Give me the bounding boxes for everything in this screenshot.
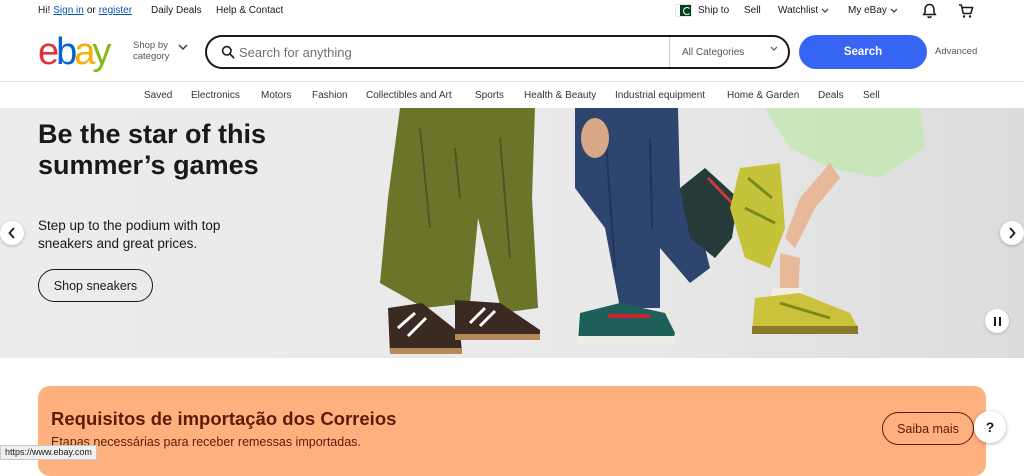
search-input[interactable] bbox=[239, 42, 659, 62]
saiba-mais-button[interactable]: Saiba mais bbox=[882, 412, 974, 445]
shop-by-label: Shop by bbox=[133, 40, 168, 51]
or-text: or bbox=[86, 5, 96, 16]
sell-link[interactable]: Sell bbox=[744, 5, 761, 16]
help-button[interactable]: ? bbox=[974, 411, 1006, 443]
register-link[interactable]: register bbox=[99, 5, 132, 16]
nav-item-industrial-equipment[interactable]: Industrial equipment bbox=[615, 90, 705, 101]
help-contact-link[interactable]: Help & Contact bbox=[216, 5, 283, 16]
daily-deals-link[interactable]: Daily Deals bbox=[151, 5, 202, 16]
my-ebay-label: My eBay bbox=[848, 5, 887, 16]
chevron-down-icon[interactable] bbox=[178, 44, 188, 51]
nav-item-motors[interactable]: Motors bbox=[261, 90, 292, 101]
nav-item-health-beauty[interactable]: Health & Beauty bbox=[524, 90, 596, 101]
shop-by-category-button[interactable]: Shop by category bbox=[133, 40, 169, 62]
banner-subtitle: Etapas necessárias para receber remessas… bbox=[51, 435, 361, 449]
cart-icon[interactable] bbox=[958, 3, 974, 19]
search-button[interactable]: Search bbox=[799, 35, 927, 69]
nav-item-sports[interactable]: Sports bbox=[475, 90, 504, 101]
logo-letter-y: y bbox=[92, 31, 111, 73]
category-selected-value: All Categories bbox=[682, 46, 745, 58]
hero-carousel: Be the star of this summer’s games Step … bbox=[0, 108, 1024, 358]
category-label: category bbox=[133, 51, 170, 62]
banner-title: Requisitos de importação dos Correios bbox=[51, 408, 397, 429]
chevron-down-icon bbox=[821, 8, 829, 13]
chevron-down-icon bbox=[890, 8, 898, 13]
category-nav: Saved Electronics Motors Fashion Collect… bbox=[0, 83, 1024, 108]
greeting-text: Hi! bbox=[38, 5, 51, 16]
header: ebay Shop by category All Categories Sea… bbox=[0, 22, 1024, 82]
import-requirements-banner: Requisitos de importação dos Correios Et… bbox=[38, 386, 986, 476]
shop-sneakers-button[interactable]: Shop sneakers bbox=[38, 269, 153, 302]
greeting-area: Hi! Sign in or register bbox=[38, 5, 135, 16]
category-select[interactable]: All Categories bbox=[669, 37, 788, 67]
pause-icon bbox=[993, 316, 996, 326]
search-icon bbox=[221, 45, 235, 59]
chevron-left-icon bbox=[8, 227, 15, 239]
hero-subtitle: Step up to the podium with top sneakers … bbox=[38, 218, 221, 251]
carousel-prev-button[interactable] bbox=[0, 221, 24, 245]
nav-item-sell[interactable]: Sell bbox=[863, 90, 880, 101]
nav-item-fashion[interactable]: Fashion bbox=[312, 90, 348, 101]
nav-item-deals[interactable]: Deals bbox=[818, 90, 844, 101]
carousel-next-button[interactable] bbox=[1000, 221, 1024, 245]
my-ebay-menu[interactable]: My eBay bbox=[848, 5, 898, 16]
bell-icon[interactable] bbox=[922, 3, 937, 19]
pause-icon-bar bbox=[998, 316, 1001, 326]
sign-in-link[interactable]: Sign in bbox=[53, 5, 84, 16]
watchlist-menu[interactable]: Watchlist bbox=[778, 5, 829, 16]
top-bar: Hi! Sign in or register Daily Deals Help… bbox=[0, 0, 1024, 22]
nav-item-home-garden[interactable]: Home & Garden bbox=[727, 90, 799, 101]
hero-image[interactable] bbox=[360, 108, 940, 358]
logo-letter-e: e bbox=[38, 31, 59, 73]
logo-letter-b: b bbox=[56, 31, 77, 73]
watchlist-label: Watchlist bbox=[778, 5, 819, 16]
advanced-search-link[interactable]: Advanced bbox=[935, 46, 977, 57]
search-bar: All Categories bbox=[205, 35, 790, 69]
status-bar-url: https://www.ebay.com bbox=[0, 445, 97, 460]
hero-title: Be the star of this summer’s games bbox=[38, 119, 267, 180]
logo-letter-a: a bbox=[74, 31, 95, 73]
nav-item-electronics[interactable]: Electronics bbox=[191, 90, 240, 101]
ebay-logo[interactable]: ebay bbox=[38, 31, 111, 73]
pakistan-flag-icon[interactable] bbox=[676, 5, 691, 16]
ship-to-link[interactable]: Ship to bbox=[698, 5, 729, 16]
nav-item-collectibles-and-art[interactable]: Collectibles and Art bbox=[366, 90, 452, 101]
nav-item-saved[interactable]: Saved bbox=[144, 90, 172, 101]
chevron-right-icon bbox=[1009, 227, 1016, 239]
chevron-down-icon bbox=[770, 46, 778, 51]
pause-button[interactable] bbox=[985, 309, 1009, 333]
